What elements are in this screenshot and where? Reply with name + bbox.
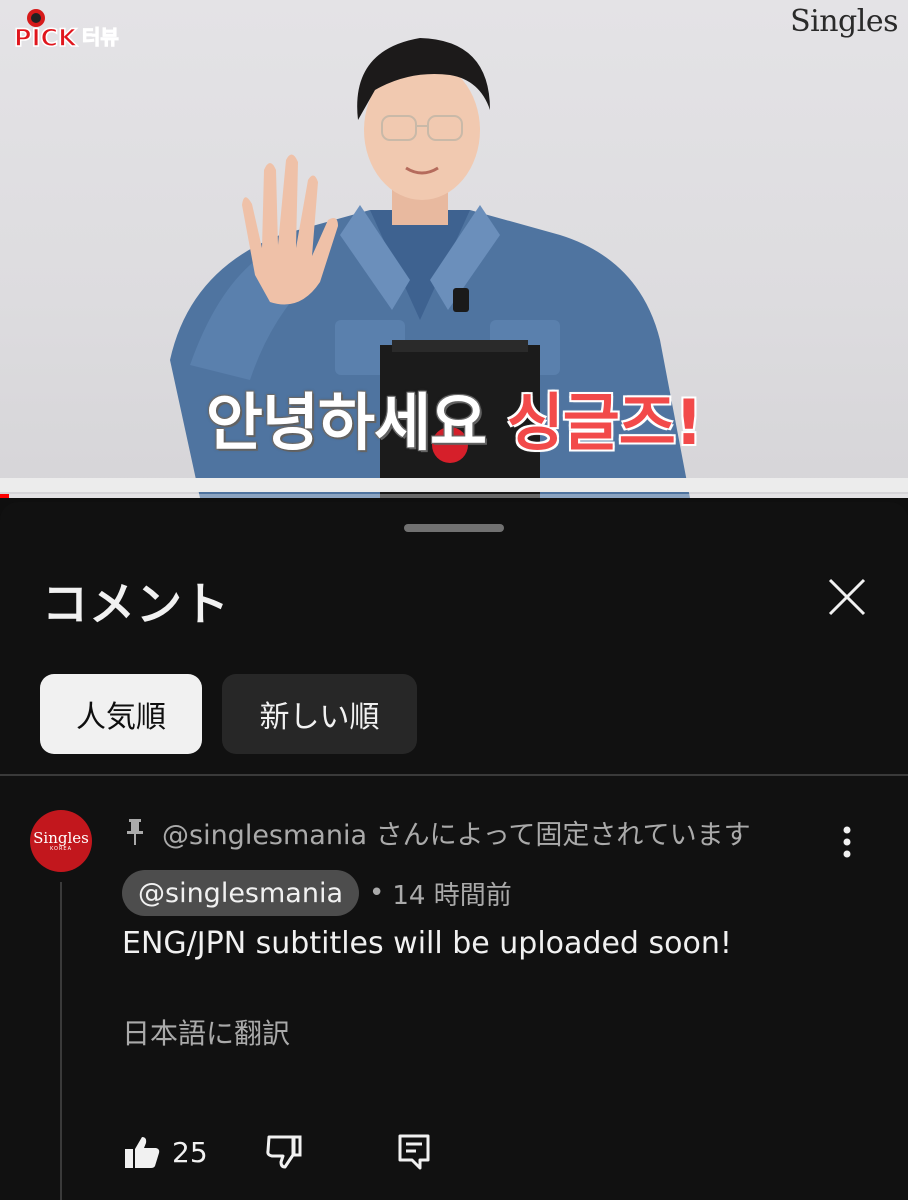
thread-line	[60, 882, 62, 1200]
video-player[interactable]: PICK 터뷰 Singles 안녕하세요 싱글즈!	[0, 0, 908, 498]
reply-icon	[398, 1134, 430, 1170]
meta-separator: •	[369, 878, 385, 908]
comment-actions: 25	[122, 1128, 434, 1176]
dislike-button[interactable]	[264, 1132, 304, 1172]
video-progress-fill	[0, 494, 10, 498]
sort-chip-newest[interactable]: 新しい順	[222, 674, 417, 754]
pin-icon	[122, 815, 148, 849]
pinned-indicator: @singlesmania さんによって固定されています	[122, 812, 751, 852]
comment-more-button[interactable]	[830, 820, 864, 864]
comments-sheet: コメント 人気順 新しい順 Singles KOREA @singlesmani…	[0, 502, 908, 1200]
sheet-drag-handle[interactable]	[404, 524, 504, 532]
pick-terview-logo: PICK 터뷰	[13, 9, 119, 50]
pinned-label: @singlesmania さんによって固定されています	[162, 819, 751, 851]
translate-link[interactable]: 日本語に翻訳	[122, 1012, 290, 1052]
svg-text:터뷰: 터뷰	[82, 25, 119, 49]
reply-button[interactable]	[394, 1132, 434, 1172]
video-person-figure	[170, 38, 690, 498]
like-count: 25	[172, 1135, 208, 1169]
comments-title: コメント	[42, 577, 230, 631]
singles-logo: Singles	[790, 4, 898, 39]
comment-meta: @singlesmania • 14 時間前	[122, 870, 512, 916]
svg-text:PICK: PICK	[14, 24, 78, 50]
sort-chip-top[interactable]: 人気順	[40, 674, 202, 754]
comment-timestamp: 14 時間前	[392, 880, 512, 911]
close-button[interactable]	[822, 572, 872, 622]
avatar-logo-subtext: KOREA	[50, 845, 72, 852]
like-button[interactable]	[122, 1132, 162, 1172]
close-icon	[828, 578, 866, 616]
video-progress-bar[interactable]	[0, 494, 908, 498]
more-vert-icon	[843, 826, 851, 858]
avatar[interactable]: Singles KOREA	[30, 810, 92, 872]
author-chip[interactable]: @singlesmania	[122, 870, 360, 916]
table-surface	[0, 478, 908, 492]
screen: PICK 터뷰 Singles 안녕하세요 싱글즈! コメント 人気順 新しい順…	[0, 0, 908, 1200]
thumb-down-icon	[265, 1135, 302, 1169]
divider	[0, 774, 908, 776]
thumb-up-icon	[125, 1137, 160, 1168]
comment-text: ENG/JPN subtitles will be uploaded soon!	[122, 926, 732, 961]
avatar-logo-text: Singles	[33, 828, 89, 847]
